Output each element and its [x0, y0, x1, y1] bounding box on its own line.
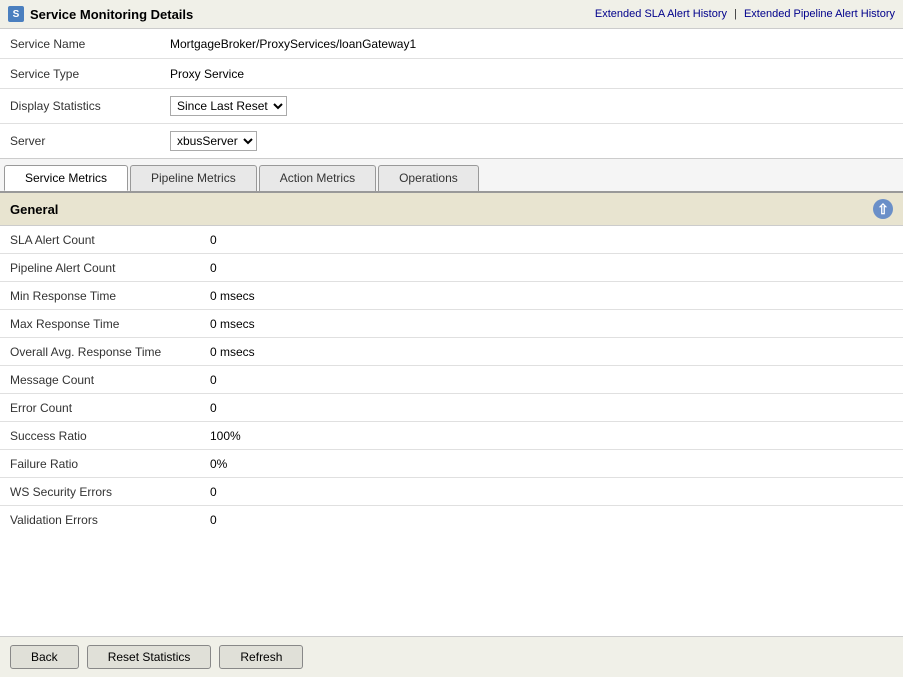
- metric-row-failure-ratio: Failure Ratio 0%: [0, 450, 903, 478]
- metric-value-min-response-time: 0 msecs: [210, 289, 893, 303]
- page-icon: S: [8, 6, 24, 22]
- metrics-list: SLA Alert Count 0 Pipeline Alert Count 0…: [0, 226, 903, 534]
- metric-value-ws-security-errors: 0: [210, 485, 893, 499]
- server-value[interactable]: xbusServer: [170, 131, 893, 151]
- service-type-label: Service Type: [10, 67, 170, 81]
- metric-row-ws-security-errors: WS Security Errors 0: [0, 478, 903, 506]
- service-type-value: Proxy Service: [170, 67, 893, 81]
- server-label: Server: [10, 134, 170, 148]
- link-separator: |: [734, 8, 737, 20]
- metric-label-error-count: Error Count: [10, 401, 210, 415]
- metric-value-sla-alert-count: 0: [210, 233, 893, 247]
- tab-operations[interactable]: Operations: [378, 165, 479, 191]
- metric-label-success-ratio: Success Ratio: [10, 429, 210, 443]
- metric-value-validation-errors: 0: [210, 513, 893, 527]
- display-statistics-label: Display Statistics: [10, 99, 170, 113]
- display-statistics-value[interactable]: Since Last Reset Since Startup: [170, 96, 893, 116]
- metric-value-error-count: 0: [210, 401, 893, 415]
- page-title: Service Monitoring Details: [30, 7, 595, 22]
- tab-pipeline-metrics[interactable]: Pipeline Metrics: [130, 165, 257, 191]
- server-row: Server xbusServer: [0, 124, 903, 158]
- service-name-row: Service Name MortgageBroker/ProxyService…: [0, 29, 903, 59]
- tabs-container: Service Metrics Pipeline Metrics Action …: [0, 159, 903, 193]
- metric-label-pipeline-alert-count: Pipeline Alert Count: [10, 261, 210, 275]
- metric-value-message-count: 0: [210, 373, 893, 387]
- display-statistics-select[interactable]: Since Last Reset Since Startup: [170, 96, 287, 116]
- metric-row-validation-errors: Validation Errors 0: [0, 506, 903, 534]
- metric-label-sla-alert-count: SLA Alert Count: [10, 233, 210, 247]
- extended-sla-link[interactable]: Extended SLA Alert History: [595, 8, 727, 20]
- metric-value-success-ratio: 100%: [210, 429, 893, 443]
- tab-action-metrics[interactable]: Action Metrics: [259, 165, 376, 191]
- metric-row-min-response-time: Min Response Time 0 msecs: [0, 282, 903, 310]
- display-statistics-row: Display Statistics Since Last Reset Sinc…: [0, 89, 903, 124]
- metric-label-max-response-time: Max Response Time: [10, 317, 210, 331]
- metric-row-success-ratio: Success Ratio 100%: [0, 422, 903, 450]
- service-type-row: Service Type Proxy Service: [0, 59, 903, 89]
- footer: Back Reset Statistics Refresh: [0, 636, 903, 677]
- metric-row-max-response-time: Max Response Time 0 msecs: [0, 310, 903, 338]
- metric-label-validation-errors: Validation Errors: [10, 513, 210, 527]
- metric-row-sla-alert-count: SLA Alert Count 0: [0, 226, 903, 254]
- metric-label-ws-security-errors: WS Security Errors: [10, 485, 210, 499]
- page-header: S Service Monitoring Details Extended SL…: [0, 0, 903, 29]
- info-section: Service Name MortgageBroker/ProxyService…: [0, 29, 903, 159]
- metric-value-max-response-time: 0 msecs: [210, 317, 893, 331]
- reset-statistics-button[interactable]: Reset Statistics: [87, 645, 212, 669]
- service-name-value: MortgageBroker/ProxyServices/loanGateway…: [170, 37, 893, 51]
- back-button[interactable]: Back: [10, 645, 79, 669]
- metric-value-overall-avg-response-time: 0 msecs: [210, 345, 893, 359]
- metric-row-error-count: Error Count 0: [0, 394, 903, 422]
- collapse-button[interactable]: ⇧: [873, 199, 893, 219]
- metric-value-pipeline-alert-count: 0: [210, 261, 893, 275]
- server-select[interactable]: xbusServer: [170, 131, 257, 151]
- metric-row-message-count: Message Count 0: [0, 366, 903, 394]
- main-content: General ⇧ SLA Alert Count 0 Pipeline Ale…: [0, 193, 903, 584]
- tab-service-metrics[interactable]: Service Metrics: [4, 165, 128, 191]
- service-name-label: Service Name: [10, 37, 170, 51]
- header-links: Extended SLA Alert History | Extended Pi…: [595, 8, 895, 20]
- metric-row-overall-avg-response-time: Overall Avg. Response Time 0 msecs: [0, 338, 903, 366]
- section-title: General: [10, 202, 58, 217]
- metric-row-pipeline-alert-count: Pipeline Alert Count 0: [0, 254, 903, 282]
- metric-label-message-count: Message Count: [10, 373, 210, 387]
- extended-pipeline-link[interactable]: Extended Pipeline Alert History: [744, 8, 895, 20]
- metric-value-failure-ratio: 0%: [210, 457, 893, 471]
- metric-label-min-response-time: Min Response Time: [10, 289, 210, 303]
- metric-label-failure-ratio: Failure Ratio: [10, 457, 210, 471]
- refresh-button[interactable]: Refresh: [219, 645, 303, 669]
- metric-label-overall-avg-response-time: Overall Avg. Response Time: [10, 345, 210, 359]
- section-header: General ⇧: [0, 193, 903, 226]
